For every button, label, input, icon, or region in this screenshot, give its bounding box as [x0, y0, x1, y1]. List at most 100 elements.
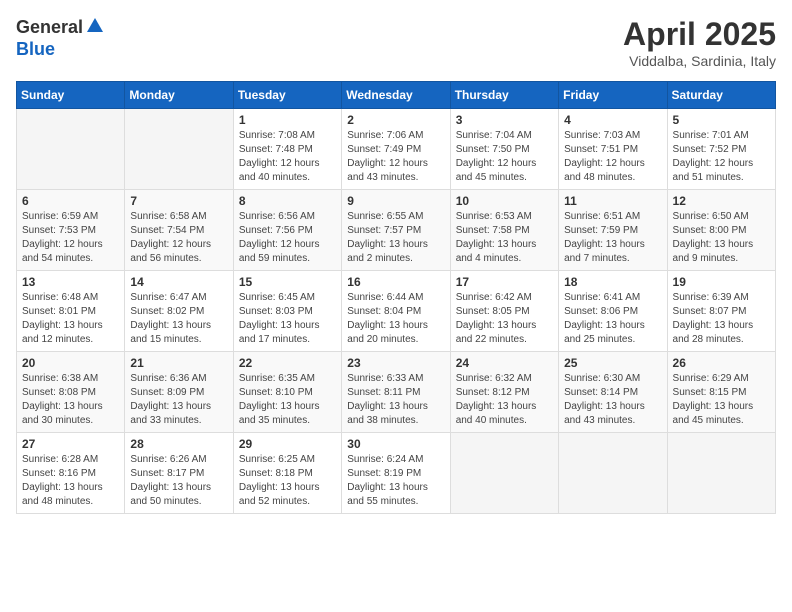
weekday-header-friday: Friday	[559, 82, 667, 109]
day-info: Sunrise: 6:48 AMSunset: 8:01 PMDaylight:…	[22, 291, 119, 347]
calendar-cell: 16Sunrise: 6:44 AMSunset: 8:04 PMDayligh…	[342, 271, 450, 352]
day-number: 21	[130, 356, 227, 370]
day-number: 28	[130, 437, 227, 451]
day-info: Sunrise: 7:04 AMSunset: 7:50 PMDaylight:…	[456, 129, 553, 185]
day-info: Sunrise: 6:33 AMSunset: 8:11 PMDaylight:…	[347, 372, 444, 428]
day-info: Sunrise: 6:32 AMSunset: 8:12 PMDaylight:…	[456, 372, 553, 428]
weekday-header-thursday: Thursday	[450, 82, 558, 109]
day-number: 8	[239, 194, 336, 208]
day-info: Sunrise: 7:08 AMSunset: 7:48 PMDaylight:…	[239, 129, 336, 185]
calendar-cell: 25Sunrise: 6:30 AMSunset: 8:14 PMDayligh…	[559, 352, 667, 433]
day-info: Sunrise: 7:06 AMSunset: 7:49 PMDaylight:…	[347, 129, 444, 185]
calendar-cell: 13 Sunrise: 6:48 AMSunset: 8:01 PMDayligh…	[17, 271, 125, 352]
day-info: Sunrise: 6:56 AMSunset: 7:56 PMDaylight:…	[239, 210, 336, 266]
day-info: Sunrise: 6:47 AMSunset: 8:02 PMDaylight:…	[130, 291, 227, 347]
logo-blue: Blue	[16, 39, 55, 59]
calendar-cell	[17, 109, 125, 190]
day-info: Sunrise: 6:41 AMSunset: 8:06 PMDaylight:…	[564, 291, 661, 347]
day-info: Sunrise: 6:26 AMSunset: 8:17 PMDaylight:…	[130, 453, 227, 509]
day-number: 9	[347, 194, 444, 208]
day-number: 5	[673, 113, 770, 127]
calendar-cell: 8 Sunrise: 6:56 AMSunset: 7:56 PMDaylight…	[233, 190, 341, 271]
weekday-header-sunday: Sunday	[17, 82, 125, 109]
calendar-cell: 5Sunrise: 7:01 AMSunset: 7:52 PMDaylight…	[667, 109, 775, 190]
day-number: 11	[564, 194, 661, 208]
day-number: 10	[456, 194, 553, 208]
calendar-cell: 20 Sunrise: 6:38 AMSunset: 8:08 PMDayligh…	[17, 352, 125, 433]
calendar-cell: 12Sunrise: 6:50 AMSunset: 8:00 PMDayligh…	[667, 190, 775, 271]
calendar-cell: 2 Sunrise: 7:06 AMSunset: 7:49 PMDaylight…	[342, 109, 450, 190]
calendar-cell: 10 Sunrise: 6:53 AMSunset: 7:58 PMDayligh…	[450, 190, 558, 271]
day-number: 19	[673, 275, 770, 289]
day-info: Sunrise: 6:51 AMSunset: 7:59 PMDaylight:…	[564, 210, 661, 266]
day-number: 27	[22, 437, 119, 451]
calendar-cell: 18 Sunrise: 6:41 AMSunset: 8:06 PMDayligh…	[559, 271, 667, 352]
weekday-header-tuesday: Tuesday	[233, 82, 341, 109]
calendar-cell: 3 Sunrise: 7:04 AMSunset: 7:50 PMDaylight…	[450, 109, 558, 190]
logo-general: General	[16, 17, 83, 38]
day-number: 22	[239, 356, 336, 370]
calendar-cell: 27 Sunrise: 6:28 AMSunset: 8:16 PMDayligh…	[17, 433, 125, 514]
calendar-cell: 29 Sunrise: 6:25 AMSunset: 8:18 PMDayligh…	[233, 433, 341, 514]
day-number: 24	[456, 356, 553, 370]
day-info: Sunrise: 6:28 AMSunset: 8:16 PMDaylight:…	[22, 453, 119, 509]
day-number: 15	[239, 275, 336, 289]
day-info: Sunrise: 6:53 AMSunset: 7:58 PMDaylight:…	[456, 210, 553, 266]
day-number: 20	[22, 356, 119, 370]
day-info: Sunrise: 6:45 AMSunset: 8:03 PMDaylight:…	[239, 291, 336, 347]
calendar-cell: 28 Sunrise: 6:26 AMSunset: 8:17 PMDayligh…	[125, 433, 233, 514]
day-info: Sunrise: 6:24 AMSunset: 8:19 PMDaylight:…	[347, 453, 444, 509]
calendar-cell: 11 Sunrise: 6:51 AMSunset: 7:59 PMDayligh…	[559, 190, 667, 271]
calendar-cell: 17 Sunrise: 6:42 AMSunset: 8:05 PMDayligh…	[450, 271, 558, 352]
day-number: 17	[456, 275, 553, 289]
calendar-cell: 1 Sunrise: 7:08 AMSunset: 7:48 PMDaylight…	[233, 109, 341, 190]
day-info: Sunrise: 6:35 AMSunset: 8:10 PMDaylight:…	[239, 372, 336, 428]
day-number: 4	[564, 113, 661, 127]
day-info: Sunrise: 6:59 AMSunset: 7:53 PMDaylight:…	[22, 210, 119, 266]
day-info: Sunrise: 6:30 AMSunset: 8:14 PMDaylight:…	[564, 372, 661, 428]
week-row-3: 13 Sunrise: 6:48 AMSunset: 8:01 PMDayligh…	[17, 271, 776, 352]
calendar-cell	[667, 433, 775, 514]
day-info: Sunrise: 6:55 AMSunset: 7:57 PMDaylight:…	[347, 210, 444, 266]
day-number: 13	[22, 275, 119, 289]
title-block: April 2025 Viddalba, Sardinia, Italy	[623, 16, 776, 69]
day-number: 16	[347, 275, 444, 289]
calendar-cell	[559, 433, 667, 514]
logo: General Blue	[16, 16, 104, 60]
month-title: April 2025	[623, 16, 776, 53]
day-number: 26	[673, 356, 770, 370]
weekday-header-wednesday: Wednesday	[342, 82, 450, 109]
day-info: Sunrise: 6:58 AMSunset: 7:54 PMDaylight:…	[130, 210, 227, 266]
day-number: 29	[239, 437, 336, 451]
calendar-cell: 7 Sunrise: 6:58 AMSunset: 7:54 PMDaylight…	[125, 190, 233, 271]
calendar-cell: 30 Sunrise: 6:24 AMSunset: 8:19 PMDayligh…	[342, 433, 450, 514]
day-number: 18	[564, 275, 661, 289]
calendar-cell: 19 Sunrise: 6:39 AMSunset: 8:07 PMDayligh…	[667, 271, 775, 352]
logo-icon	[86, 16, 104, 39]
day-number: 2	[347, 113, 444, 127]
location: Viddalba, Sardinia, Italy	[623, 53, 776, 69]
day-number: 30	[347, 437, 444, 451]
calendar-cell	[450, 433, 558, 514]
page-header: General Blue April 2025 Viddalba, Sardin…	[16, 16, 776, 69]
weekday-header-saturday: Saturday	[667, 82, 775, 109]
day-number: 23	[347, 356, 444, 370]
day-number: 6	[22, 194, 119, 208]
day-info: Sunrise: 6:25 AMSunset: 8:18 PMDaylight:…	[239, 453, 336, 509]
week-row-1: 1 Sunrise: 7:08 AMSunset: 7:48 PMDaylight…	[17, 109, 776, 190]
day-number: 7	[130, 194, 227, 208]
weekday-header-monday: Monday	[125, 82, 233, 109]
calendar-cell: 24 Sunrise: 6:32 AMSunset: 8:12 PMDayligh…	[450, 352, 558, 433]
day-info: Sunrise: 6:50 AMSunset: 8:00 PMDaylight:…	[673, 210, 770, 266]
calendar-cell	[125, 109, 233, 190]
day-number: 3	[456, 113, 553, 127]
day-info: Sunrise: 6:38 AMSunset: 8:08 PMDaylight:…	[22, 372, 119, 428]
calendar-table: SundayMondayTuesdayWednesdayThursdayFrid…	[16, 81, 776, 514]
day-number: 14	[130, 275, 227, 289]
week-row-5: 27 Sunrise: 6:28 AMSunset: 8:16 PMDayligh…	[17, 433, 776, 514]
day-number: 1	[239, 113, 336, 127]
day-info: Sunrise: 6:42 AMSunset: 8:05 PMDaylight:…	[456, 291, 553, 347]
calendar-cell: 14 Sunrise: 6:47 AMSunset: 8:02 PMDayligh…	[125, 271, 233, 352]
day-info: Sunrise: 6:39 AMSunset: 8:07 PMDaylight:…	[673, 291, 770, 347]
weekday-header-row: SundayMondayTuesdayWednesdayThursdayFrid…	[17, 82, 776, 109]
